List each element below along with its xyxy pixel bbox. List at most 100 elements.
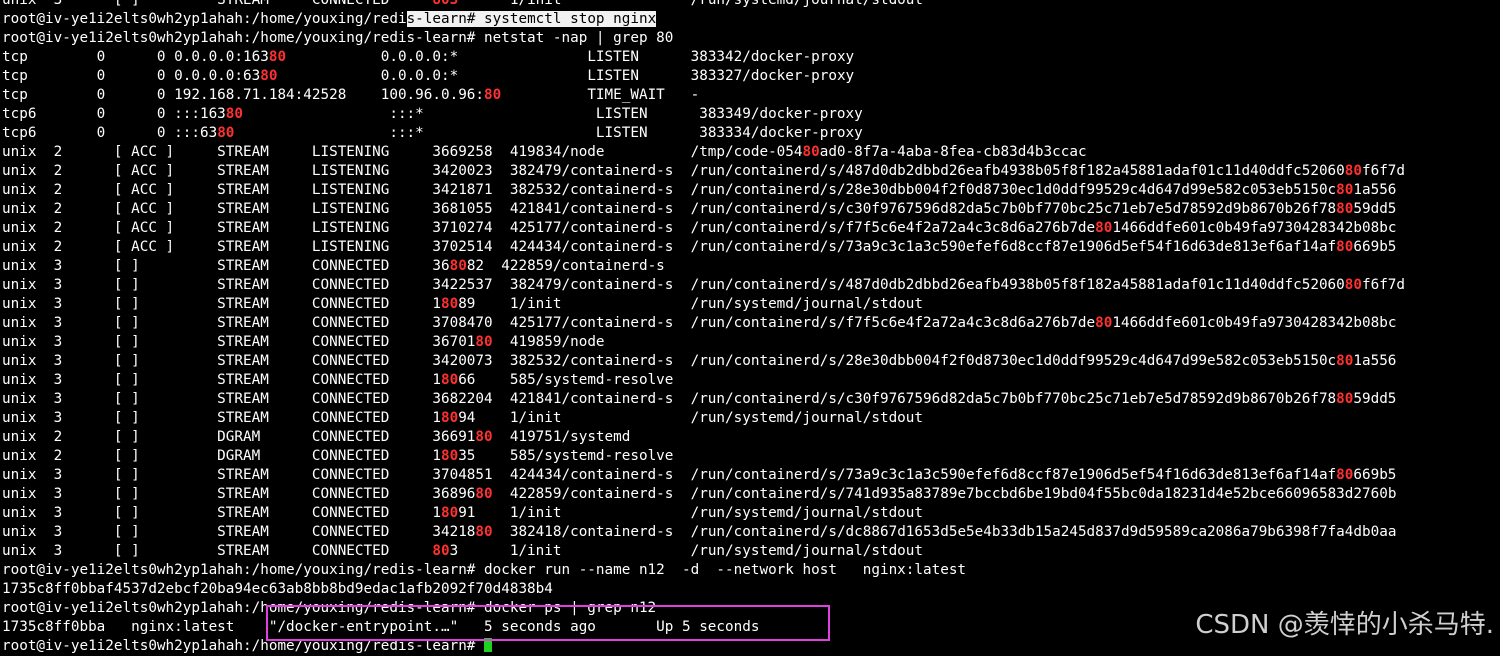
terminal-line: tcp6 0 0 :::6380 :::* LISTEN 383334/dock… — [2, 124, 1405, 143]
terminal-text: root@iv-ye1i2elts0wh2yp1ahah:/home/youxi… — [2, 562, 967, 578]
grep-match: 80 — [1336, 182, 1354, 198]
terminal-text: unix 3 [ ] STREAM CONNECTED 1 — [2, 505, 441, 521]
terminal-text: root@iv-ye1i2elts0wh2yp1ahah:/home/youxi… — [2, 11, 407, 27]
grep-match: 80 — [1095, 220, 1113, 236]
terminal-text: unix 2 [ ] DGRAM CONNECTED 36691 — [2, 429, 476, 445]
terminal-text: :::* LISTEN 383334/docker-proxy — [234, 125, 863, 141]
terminal-text: unix 2 [ ACC ] STREAM LISTENING 3710274 … — [2, 220, 1096, 236]
grep-match: 803 — [432, 0, 459, 8]
grep-match: 80 — [440, 505, 459, 521]
terminal-text: unix 3 [ ] STREAM CONNECTED 36896 — [2, 486, 476, 502]
terminal-line: unix 3 [ ] STREAM CONNECTED 803 1/init /… — [2, 0, 1405, 10]
terminal-text: unix 3 [ ] STREAM CONNECTED 3420073 3825… — [2, 353, 1337, 369]
terminal-text: tcp6 0 0 :::163 — [2, 106, 226, 122]
grep-match: 80 — [484, 87, 502, 103]
selected-text: s-learn# systemctl stop nginx — [406, 11, 657, 27]
terminal-text: unix 2 [ ACC ] STREAM LISTENING 3669258 … — [2, 144, 803, 160]
terminal-line: unix 3 [ ] STREAM CONNECTED 18089 1/init… — [2, 295, 1405, 314]
grep-match: 80 — [268, 49, 287, 65]
terminal-line: unix 2 [ ACC ] STREAM LISTENING 3669258 … — [2, 143, 1405, 162]
terminal-text: tcp 0 0 0.0.0.0:63 — [2, 68, 261, 84]
grep-match: 80 — [802, 144, 820, 160]
terminal-text: 66 585/systemd-resolve — [458, 372, 674, 388]
terminal-line: unix 3 [ ] STREAM CONNECTED 3420073 3825… — [2, 352, 1405, 371]
grep-match: 80 — [475, 486, 493, 502]
terminal-line: unix 3 [ ] STREAM CONNECTED 18091 1/init… — [2, 504, 1405, 523]
terminal-line: unix 3 [ ] STREAM CONNECTED 3682204 4218… — [2, 390, 1405, 409]
terminal-text: 1466ddfe601c0b49fa9730428342b08bc — [1112, 220, 1397, 236]
grep-match: 80 — [1344, 163, 1362, 179]
grep-match: 80 — [475, 429, 493, 445]
terminal-text: unix 3 [ ] STREAM CONNECTED — [2, 543, 433, 559]
terminal-line: root@iv-ye1i2elts0wh2yp1ahah:/home/youxi… — [2, 10, 1405, 29]
terminal-text: 59dd5 — [1353, 201, 1397, 217]
terminal-line: unix 3 [ ] STREAM CONNECTED 18094 1/init… — [2, 409, 1405, 428]
terminal-text: 669b5 — [1353, 467, 1397, 483]
highlight-annotation-box — [266, 605, 830, 641]
terminal-text: 1a556 — [1353, 182, 1397, 198]
terminal-text: unix 3 [ ] STREAM CONNECTED 3704851 4244… — [2, 467, 1337, 483]
terminal-line: tcp6 0 0 :::16380 :::* LISTEN 383349/doc… — [2, 105, 1405, 124]
terminal-text: tcp 0 0 0.0.0.0:163 — [2, 49, 269, 65]
terminal-line: unix 2 [ ACC ] STREAM LISTENING 3710274 … — [2, 219, 1405, 238]
terminal-text: 91 1/init /run/systemd/journal/stdout — [458, 505, 924, 521]
terminal-text: :::* LISTEN 383349/docker-proxy — [243, 106, 863, 122]
terminal-output[interactable]: unix 3 [ ] STREAM CONNECTED 803 1/init /… — [2, 0, 1405, 656]
terminal-text: unix 3 [ ] STREAM CONNECTED 3708470 4251… — [2, 315, 1096, 331]
terminal-line: unix 3 [ ] STREAM CONNECTED 3689680 4228… — [2, 485, 1405, 504]
terminal-text: unix 2 [ ACC ] STREAM LISTENING 3421871 … — [2, 182, 1337, 198]
terminal-text: 0.0.0.0:* LISTEN 383342/docker-proxy — [286, 49, 855, 65]
terminal-text: unix 3 [ ] STREAM CONNECTED 1 — [2, 410, 441, 426]
grep-match: 80 — [260, 68, 278, 84]
terminal-line: unix 3 [ ] STREAM CONNECTED 18066 585/sy… — [2, 371, 1405, 390]
terminal-text: TIME_WAIT - — [501, 87, 700, 103]
terminal-text: unix 2 [ ACC ] STREAM LISTENING 3420023 … — [2, 163, 1345, 179]
terminal-line: tcp 0 0 0.0.0.0:16380 0.0.0.0:* LISTEN 3… — [2, 48, 1405, 67]
csdn-watermark: CSDN @羡悻的小杀马特. — [1195, 610, 1494, 640]
terminal-line: unix 2 [ ] DGRAM CONNECTED 3669180 41975… — [2, 428, 1405, 447]
terminal-line: unix 3 [ ] STREAM CONNECTED 3708470 4251… — [2, 314, 1405, 333]
terminal-text: 422859/containerd-s /run/containerd/s/74… — [492, 486, 1397, 502]
grep-match: 80 — [217, 125, 235, 141]
terminal-text: unix 2 [ ACC ] STREAM LISTENING 3702514 … — [2, 239, 1337, 255]
grep-match: 80 — [1336, 467, 1354, 483]
terminal-line: unix 3 [ ] STREAM CONNECTED 368082 42285… — [2, 257, 1405, 276]
terminal-text: 94 1/init /run/systemd/journal/stdout — [458, 410, 924, 426]
terminal-line: unix 2 [ ] DGRAM CONNECTED 18035 585/sys… — [2, 447, 1405, 466]
grep-match: 80 — [440, 296, 459, 312]
terminal-line: root@iv-ye1i2elts0wh2yp1ahah:/home/youxi… — [2, 29, 1405, 48]
terminal-text: tcp6 0 0 :::63 — [2, 125, 218, 141]
grep-match: 80 — [1095, 315, 1113, 331]
grep-match: 80 — [475, 524, 493, 540]
terminal-text: tcp 0 0 192.168.71.184:42528 100.96.0.96… — [2, 87, 485, 103]
terminal-line: tcp 0 0 0.0.0.0:6380 0.0.0.0:* LISTEN 38… — [2, 67, 1405, 86]
grep-match: 80 — [1336, 391, 1354, 407]
terminal-text: 0.0.0.0:* LISTEN 383327/docker-proxy — [277, 68, 855, 84]
terminal-text: 89 1/init /run/systemd/journal/stdout — [458, 296, 924, 312]
grep-match: 80 — [440, 372, 459, 388]
terminal-text: unix 3 [ ] STREAM CONNECTED 3422537 3824… — [2, 277, 1345, 293]
terminal-text: ad0-8f7a-4aba-8fea-cb83d4b3ccac — [819, 144, 1087, 160]
terminal-text: 1/init /run/systemd/journal/stdout — [458, 0, 924, 8]
terminal-line: unix 3 [ ] STREAM CONNECTED 3670180 4198… — [2, 333, 1405, 352]
grep-match: 80 — [432, 543, 450, 559]
terminal-text: 419859/node — [492, 334, 605, 350]
grep-match: 80 — [449, 258, 467, 274]
terminal-text: f6f7d — [1361, 277, 1406, 293]
terminal-text: unix 3 [ ] STREAM CONNECTED 34218 — [2, 524, 476, 540]
terminal-text: 82 422859/containerd-s — [466, 258, 665, 274]
terminal-text: 419751/systemd — [492, 429, 631, 445]
terminal-text: 669b5 — [1353, 239, 1397, 255]
terminal-text: f6f7d — [1361, 163, 1406, 179]
grep-match: 80 — [225, 106, 244, 122]
terminal-text: unix 3 [ ] STREAM CONNECTED — [2, 0, 433, 8]
terminal-text: 382418/containerd-s /run/containerd/s/dc… — [492, 524, 1397, 540]
terminal-text: unix 2 [ ACC ] STREAM LISTENING 3681055 … — [2, 201, 1337, 217]
terminal-text: 1735c8ff0bbaf4537d2ebcf20ba94ec63ab8bb8b… — [2, 581, 553, 597]
terminal-line: tcp 0 0 192.168.71.184:42528 100.96.0.96… — [2, 86, 1405, 105]
grep-match: 80 — [440, 448, 459, 464]
grep-match: 80 — [1336, 201, 1354, 217]
terminal-text: unix 3 [ ] STREAM CONNECTED 36701 — [2, 334, 476, 350]
terminal-text: unix 3 [ ] STREAM CONNECTED 1 — [2, 296, 441, 312]
terminal-line: 1735c8ff0bbaf4537d2ebcf20ba94ec63ab8bb8b… — [2, 580, 1405, 599]
